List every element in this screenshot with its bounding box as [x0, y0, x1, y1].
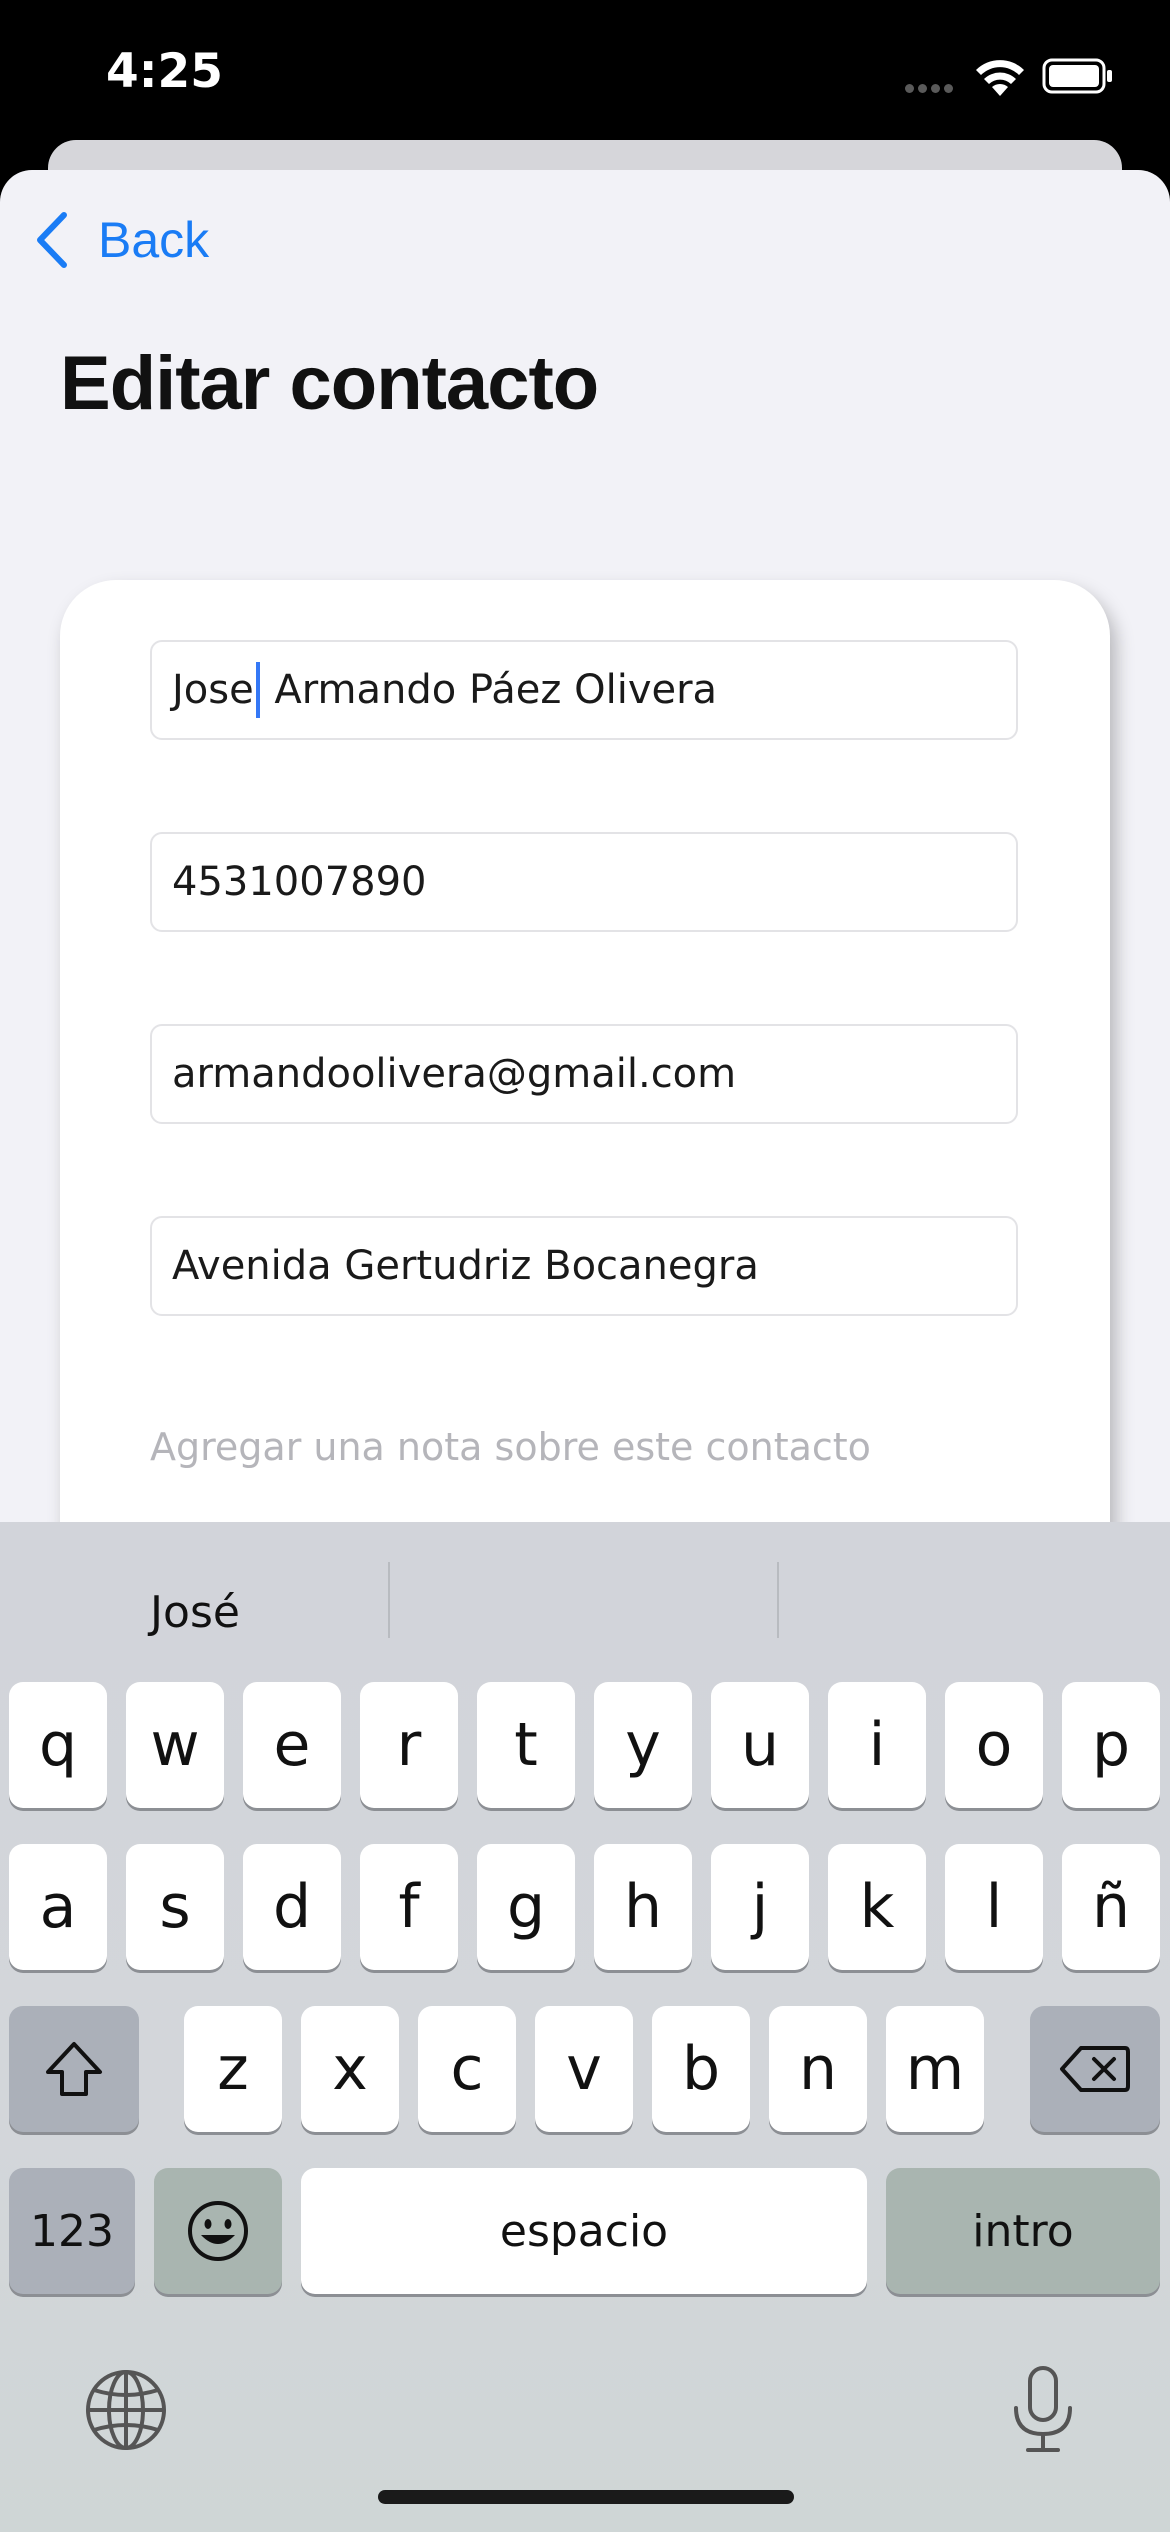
- status-time: 4:25: [106, 44, 223, 99]
- key-z[interactable]: z: [184, 2006, 282, 2132]
- emoji-key[interactable]: [154, 2168, 282, 2294]
- cellular-dots-icon: [905, 80, 957, 98]
- back-button[interactable]: Back: [34, 200, 209, 280]
- key-p[interactable]: p: [1062, 1682, 1160, 1808]
- key-x[interactable]: x: [301, 2006, 399, 2132]
- return-key[interactable]: intro: [886, 2168, 1160, 2294]
- chevron-left-icon: [37, 212, 67, 268]
- microphone-icon[interactable]: [1008, 2364, 1078, 2461]
- key-k[interactable]: k: [828, 1844, 926, 1970]
- back-label: Back: [98, 212, 210, 268]
- note-placeholder[interactable]: Agregar una nota sobre este contacto: [150, 1425, 871, 1469]
- suggestion-1[interactable]: José: [0, 1562, 390, 1662]
- key-n[interactable]: n: [769, 2006, 867, 2132]
- delete-backspace-icon: [1060, 2046, 1130, 2092]
- text-caret: [255, 662, 260, 718]
- key-j[interactable]: j: [711, 1844, 809, 1970]
- space-key[interactable]: espacio: [301, 2168, 867, 2294]
- key-o[interactable]: o: [945, 1682, 1043, 1808]
- home-indicator: [378, 2490, 794, 2504]
- address-field[interactable]: Avenida Gertudriz Bocanegra: [150, 1216, 1018, 1316]
- keyboard: José q w e r t y u i o p a s d f g h j k…: [0, 1522, 1170, 2532]
- suggestion-2[interactable]: [390, 1562, 778, 1662]
- shift-key[interactable]: [9, 2006, 139, 2132]
- name-field[interactable]: Jose Armando Páez Olivera: [150, 640, 1018, 740]
- key-c[interactable]: c: [418, 2006, 516, 2132]
- emoji-icon: [188, 2201, 248, 2261]
- key-w[interactable]: w: [126, 1682, 224, 1808]
- battery-icon: [1042, 58, 1114, 99]
- suggestion-divider: [777, 1562, 779, 1638]
- key-f[interactable]: f: [360, 1844, 458, 1970]
- delete-key[interactable]: [1030, 2006, 1160, 2132]
- key-g[interactable]: g: [477, 1844, 575, 1970]
- key-e[interactable]: e: [243, 1682, 341, 1808]
- contact-form-card: Jose Armando Páez Olivera 4531007890 arm…: [60, 580, 1110, 1680]
- status-bar: 4:25: [0, 0, 1170, 140]
- key-l[interactable]: l: [945, 1844, 1043, 1970]
- phone-field[interactable]: 4531007890: [150, 832, 1018, 932]
- key-t[interactable]: t: [477, 1682, 575, 1808]
- name-text-before-caret: Jose: [172, 667, 254, 713]
- key-y[interactable]: y: [594, 1682, 692, 1808]
- key-q[interactable]: q: [9, 1682, 107, 1808]
- page-title: Editar contacto: [60, 341, 599, 426]
- key-i[interactable]: i: [828, 1682, 926, 1808]
- key-m[interactable]: m: [886, 2006, 984, 2132]
- email-field[interactable]: armandoolivera@gmail.com: [150, 1024, 1018, 1124]
- shift-icon: [46, 2042, 102, 2096]
- numbers-key[interactable]: 123: [9, 2168, 135, 2294]
- key-s[interactable]: s: [126, 1844, 224, 1970]
- key-v[interactable]: v: [535, 2006, 633, 2132]
- key-b[interactable]: b: [652, 2006, 750, 2132]
- name-text-after-caret: Armando Páez Olivera: [261, 667, 718, 713]
- suggestion-3[interactable]: [780, 1562, 1170, 1662]
- key-a[interactable]: a: [9, 1844, 107, 1970]
- key-d[interactable]: d: [243, 1844, 341, 1970]
- globe-icon[interactable]: [84, 2368, 168, 2457]
- key-u[interactable]: u: [711, 1682, 809, 1808]
- key-r[interactable]: r: [360, 1682, 458, 1808]
- key-n-tilde[interactable]: ñ: [1062, 1844, 1160, 1970]
- wifi-icon: [975, 58, 1025, 103]
- key-h[interactable]: h: [594, 1844, 692, 1970]
